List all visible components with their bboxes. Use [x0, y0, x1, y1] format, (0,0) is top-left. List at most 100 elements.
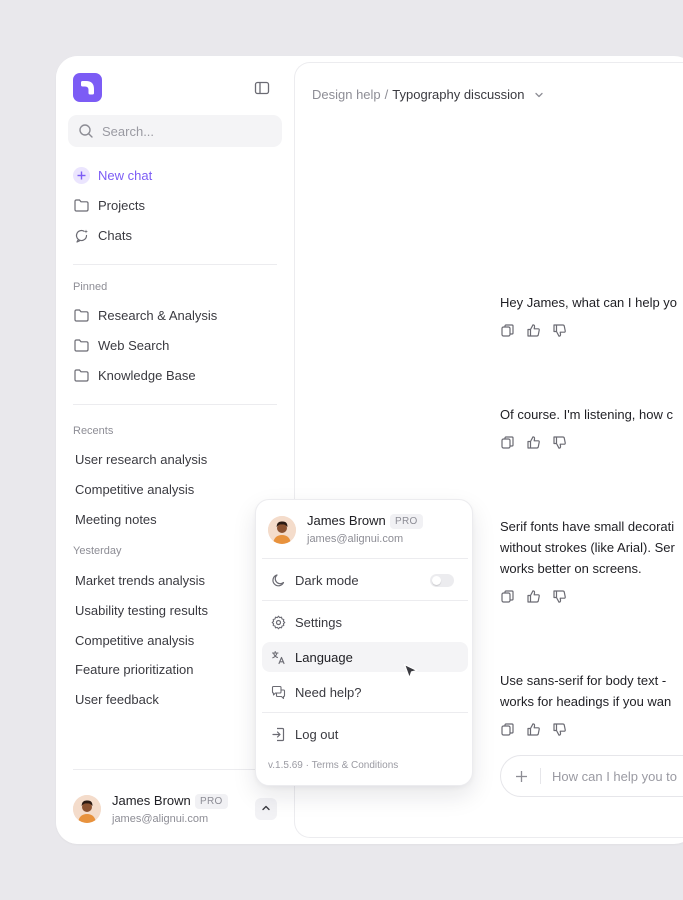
app-version: v.1.5.69: [268, 760, 303, 771]
translate-icon: [270, 649, 286, 665]
sidebar-item-knowledge-base[interactable]: Knowledge Base: [73, 364, 196, 386]
breadcrumb-parent[interactable]: Design help: [312, 87, 381, 102]
search-box[interactable]: [68, 115, 282, 147]
recent-chat-item[interactable]: Usability testing results: [75, 603, 208, 618]
recent-chat-item[interactable]: Meeting notes: [75, 512, 157, 527]
attach-plus-icon[interactable]: [515, 770, 528, 783]
dark-mode-toggle[interactable]: [430, 573, 454, 587]
message-composer[interactable]: [500, 755, 683, 797]
account-menu-toggle[interactable]: [255, 798, 277, 820]
folder-icon: [73, 367, 90, 384]
help-item[interactable]: Need help?: [262, 677, 468, 707]
breadcrumb-separator: /: [384, 87, 389, 102]
menu-divider: [262, 712, 468, 713]
terms-link[interactable]: Terms & Conditions: [312, 760, 399, 771]
breadcrumb-current[interactable]: Typography discussion: [392, 87, 524, 102]
dark-mode-item[interactable]: Dark mode: [262, 565, 468, 595]
message-input[interactable]: [552, 768, 683, 784]
recent-chat-item[interactable]: Competitive analysis: [75, 633, 194, 648]
assistant-message: Use sans-serif for body text - works for…: [500, 670, 671, 712]
recent-chat-item[interactable]: User feedback: [75, 692, 159, 707]
user-name: James Brown: [112, 793, 191, 808]
message-line: Use sans-serif for body text -: [500, 673, 667, 688]
sidebar-divider: [73, 264, 277, 265]
folder-icon: [73, 307, 90, 324]
assistant-message: Hey James, what can I help yo: [500, 292, 677, 313]
message-line: Serif fonts have small decorati: [500, 519, 675, 534]
logout-item[interactable]: Log out: [262, 719, 468, 749]
logo-mark-icon: [81, 81, 94, 95]
copy-icon[interactable]: [500, 722, 515, 737]
language-label: Language: [295, 649, 353, 665]
plus-icon: [73, 166, 90, 184]
copy-icon[interactable]: [500, 435, 515, 450]
recent-chat-item[interactable]: Feature prioritization: [75, 662, 194, 677]
sidebar-divider: [73, 404, 277, 405]
chevron-down-icon[interactable]: [533, 89, 545, 101]
copy-icon[interactable]: [500, 589, 515, 604]
menu-divider: [262, 600, 468, 601]
chat-bubbles-icon: [270, 684, 286, 700]
sidebar-item-label: Projects: [98, 197, 145, 213]
sidebar-item-label: Research & Analysis: [98, 307, 218, 323]
recents-heading: Recents: [73, 425, 114, 437]
footer-separator: ·: [305, 760, 309, 771]
menu-divider: [262, 558, 468, 559]
user-name: James Brown: [307, 513, 386, 528]
message-line: Of course. I'm listening, how c: [500, 407, 673, 422]
sidebar-item-label: Chats: [98, 227, 132, 243]
new-chat-label: New chat: [98, 167, 153, 183]
thumbs-up-icon[interactable]: [526, 589, 541, 604]
user-email: james@alignui.com: [307, 533, 404, 545]
sidebar-item-research[interactable]: Research & Analysis: [73, 304, 217, 326]
yesterday-heading: Yesterday: [73, 545, 122, 557]
recent-chat-item[interactable]: Competitive analysis: [75, 482, 194, 497]
sidebar-divider: [73, 769, 277, 770]
settings-item[interactable]: Settings: [262, 607, 468, 637]
recent-chat-item[interactable]: Market trends analysis: [75, 573, 205, 588]
avatar: [73, 795, 101, 823]
message-line: works for headings if you wan: [500, 694, 672, 709]
search-icon: [78, 123, 94, 139]
logout-icon: [270, 726, 286, 742]
thumbs-down-icon[interactable]: [552, 589, 567, 604]
folder-icon: [73, 337, 90, 354]
settings-label: Settings: [295, 614, 342, 630]
chat-icon: [73, 227, 90, 244]
search-input[interactable]: [102, 123, 272, 139]
mouse-pointer-icon: [403, 663, 419, 681]
recent-chat-item[interactable]: User research analysis: [75, 452, 207, 467]
sidebar-toggle-icon[interactable]: [254, 80, 270, 96]
logout-label: Log out: [295, 726, 339, 742]
new-chat-button[interactable]: New chat: [73, 164, 152, 186]
copy-icon[interactable]: [500, 323, 515, 338]
pinned-heading: Pinned: [73, 281, 108, 293]
menu-footer: v.1.5.69 · Terms & Conditions: [268, 760, 398, 771]
thumbs-down-icon[interactable]: [552, 722, 567, 737]
pro-badge: PRO: [390, 514, 423, 529]
message-line: without strokes (like Arial). Ser: [500, 540, 675, 555]
thumbs-down-icon[interactable]: [552, 323, 567, 338]
message-line: Hey James, what can I help yo: [500, 295, 678, 310]
sidebar-item-chats[interactable]: Chats: [73, 224, 132, 246]
thumbs-down-icon[interactable]: [552, 435, 567, 450]
message-actions: [500, 589, 567, 604]
user-menu: James Brown PRO james@alignui.com Dark m…: [255, 499, 473, 786]
account-switcher[interactable]: James Brown PRO james@alignui.com: [73, 793, 283, 829]
thumbs-up-icon[interactable]: [526, 722, 541, 737]
message-actions: [500, 323, 567, 338]
app-logo[interactable]: [73, 73, 102, 102]
message-line: works better on screens.: [500, 561, 642, 576]
assistant-message: Serif fonts have small decorati without …: [500, 516, 675, 579]
thumbs-up-icon[interactable]: [526, 323, 541, 338]
dark-mode-label: Dark mode: [295, 572, 359, 588]
language-item[interactable]: Language: [262, 642, 468, 672]
sidebar-item-label: Web Search: [98, 337, 170, 353]
chevron-up-icon: [261, 800, 271, 818]
sidebar-item-web-search[interactable]: Web Search: [73, 334, 169, 356]
sidebar-item-projects[interactable]: Projects: [73, 194, 145, 216]
help-label: Need help?: [295, 684, 362, 700]
moon-icon: [270, 572, 286, 588]
sidebar-item-label: Knowledge Base: [98, 367, 196, 383]
thumbs-up-icon[interactable]: [526, 435, 541, 450]
